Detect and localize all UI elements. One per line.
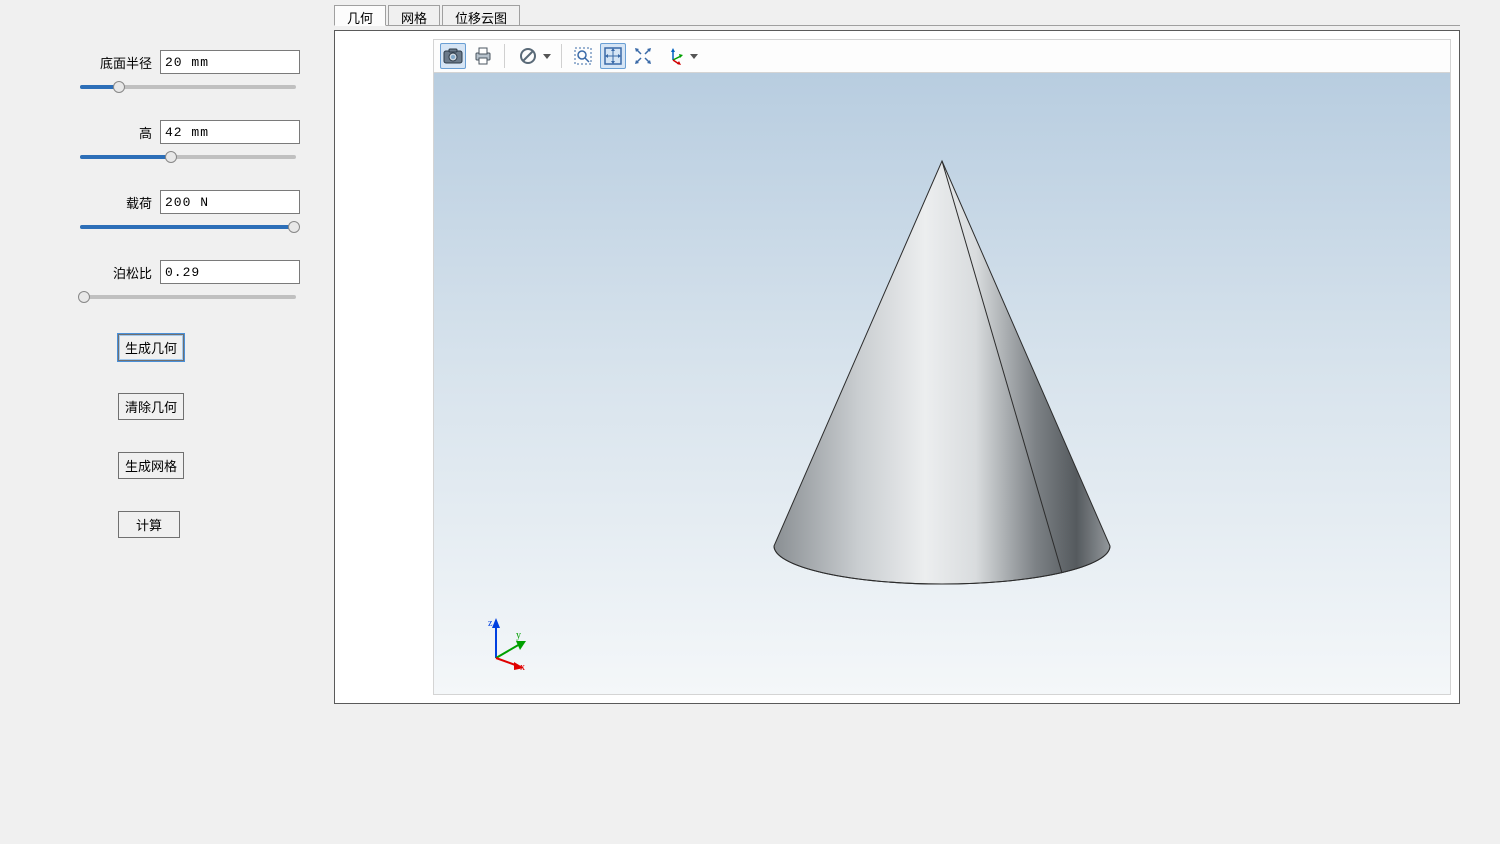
screenshot-icon[interactable]: [440, 43, 466, 69]
axis-triad-icon: z y x: [478, 614, 538, 670]
param-radius: 底面半径: [28, 50, 300, 94]
generate-geometry-button[interactable]: 生成几何: [118, 334, 184, 361]
viewport-container: z y x: [334, 30, 1460, 704]
param-label: 载荷: [126, 193, 152, 212]
poisson-slider[interactable]: [80, 290, 296, 304]
param-height: 高: [28, 120, 300, 164]
viewport-3d[interactable]: z y x: [433, 73, 1451, 695]
param-label: 泊松比: [113, 263, 152, 282]
zoom-region-icon[interactable]: [570, 43, 596, 69]
main-area: 几何 网格 位移云图: [328, 0, 1500, 844]
compute-button[interactable]: 计算: [118, 511, 180, 538]
tab-bar: 几何 网格 位移云图: [334, 4, 1460, 26]
chevron-down-icon: [690, 54, 698, 59]
viewport-toolbar: [433, 39, 1451, 73]
no-symbol-icon[interactable]: [515, 43, 541, 69]
toolbar-separator: [504, 44, 505, 68]
load-slider[interactable]: [80, 220, 296, 234]
generate-mesh-button[interactable]: 生成网格: [118, 452, 184, 479]
button-group: 生成几何 清除几何 生成网格 计算: [118, 334, 300, 538]
print-icon[interactable]: [470, 43, 496, 69]
chevron-down-icon: [543, 54, 551, 59]
svg-text:y: y: [516, 630, 521, 641]
param-poisson: 泊松比: [28, 260, 300, 304]
radius-input[interactable]: [160, 50, 300, 74]
zoom-extents-icon[interactable]: [600, 43, 626, 69]
cone-geometry: [762, 151, 1122, 591]
poisson-input[interactable]: [160, 260, 300, 284]
param-label: 底面半径: [100, 53, 152, 72]
toolbar-separator: [561, 44, 562, 68]
height-slider[interactable]: [80, 150, 296, 164]
tab-geometry[interactable]: 几何: [334, 5, 386, 26]
radius-slider[interactable]: [80, 80, 296, 94]
tab-mesh[interactable]: 网格: [388, 5, 440, 26]
svg-text:x: x: [520, 662, 525, 670]
zoom-fit-icon[interactable]: [630, 43, 656, 69]
svg-text:z: z: [488, 618, 493, 629]
param-label: 高: [139, 123, 152, 142]
axis-orient-icon[interactable]: [662, 43, 688, 69]
tab-displacement[interactable]: 位移云图: [442, 5, 520, 26]
clear-geometry-button[interactable]: 清除几何: [118, 393, 184, 420]
sidebar: 底面半径 高 载荷 泊松比: [0, 0, 328, 844]
height-input[interactable]: [160, 120, 300, 144]
param-load: 载荷: [28, 190, 300, 234]
axis-orient-dropdown[interactable]: [660, 43, 700, 69]
no-symbol-dropdown[interactable]: [513, 43, 553, 69]
load-input[interactable]: [160, 190, 300, 214]
